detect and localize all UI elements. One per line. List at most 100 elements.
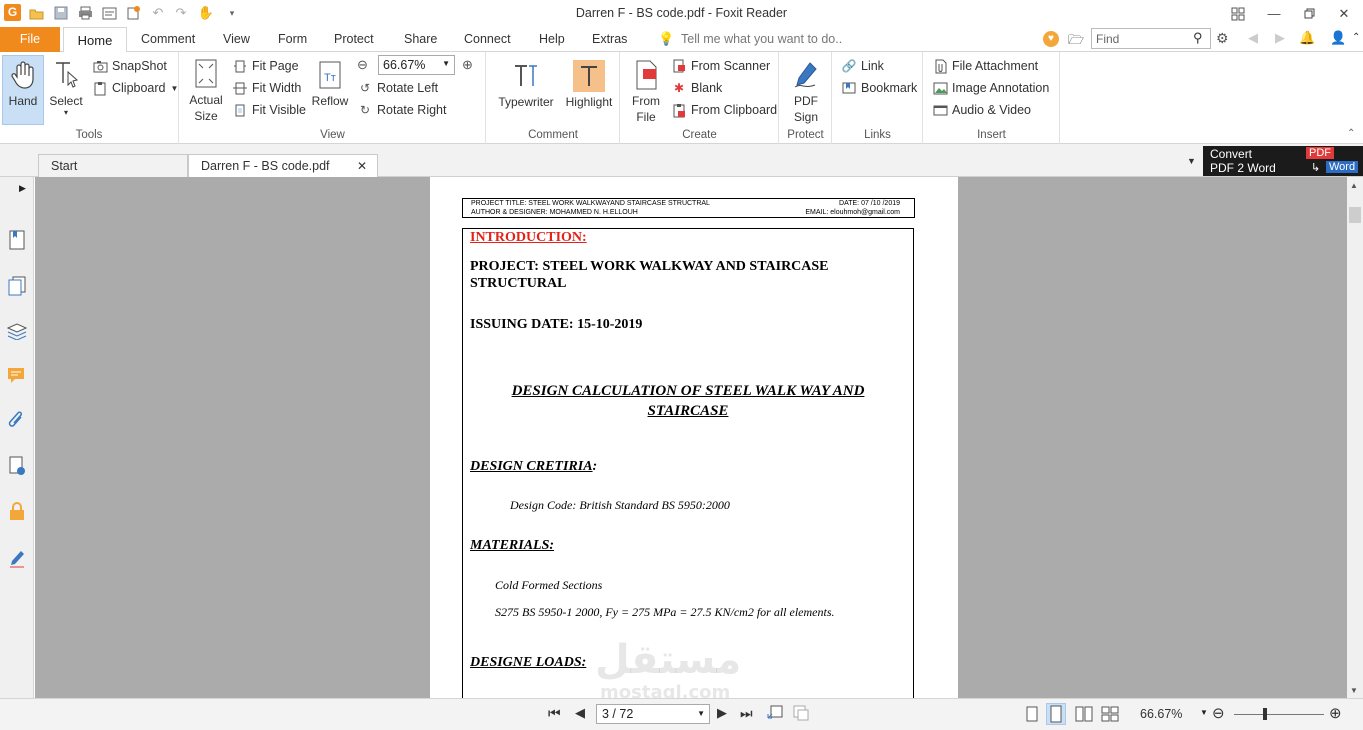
page-number-input[interactable]: 3 / 72 ▼ [596,704,710,724]
create-group: From File From Scanner ✱ Blank From Clipb… [621,52,779,144]
user-icon[interactable]: 👤 [1330,30,1346,46]
pages-panel-icon[interactable] [6,275,28,297]
tab-extras[interactable]: Extras [592,32,627,46]
expand-panel-icon[interactable]: ▶ [19,183,26,194]
link-button[interactable]: 🔗 Link [841,56,884,76]
bookmarks-panel-icon[interactable] [6,229,28,251]
image-annotation-button[interactable]: Image Annotation [932,78,1049,98]
file-attachment-button[interactable]: File Attachment [932,56,1038,76]
gear-icon[interactable]: ⚙ [1216,30,1229,47]
next-result-icon[interactable]: ▶ [1275,30,1285,46]
select-button[interactable]: Select ▾ [46,56,86,117]
image-icon [932,80,948,96]
blank-button[interactable]: ✱ Blank [671,78,722,98]
typewriter-button[interactable]: Typewriter [495,56,557,110]
reflow-button[interactable]: Tт Reflow [310,56,350,109]
zoom-in-icon[interactable]: ⊕ [462,57,473,73]
zoom-slider-thumb[interactable] [1262,708,1267,720]
scroll-down-icon[interactable]: ▼ [1350,686,1358,695]
zoom-select[interactable]: 66.67% ▼ [378,55,455,75]
from-file-button[interactable]: From File [627,56,665,125]
bell-icon[interactable]: 🔔 [1299,30,1315,46]
tell-me-box[interactable]: Tell me what you want to do.. [681,32,842,46]
insert-group: File Attachment Image Annotation Audio &… [924,52,1060,144]
audio-video-button[interactable]: Audio & Video [932,100,1031,120]
status-zoom-out-icon[interactable]: ⊖ [1212,704,1225,722]
tab-protect[interactable]: Protect [334,32,374,46]
status-zoom-in-icon[interactable]: ⊕ [1329,704,1342,722]
reflow-icon: Tт [314,59,346,91]
zoom-out-icon[interactable]: ⊖ [357,57,368,73]
header-date: DATE: 07 /10 /2019 [839,200,900,207]
bookmark-button[interactable]: Bookmark [841,78,917,98]
status-bar: ⏮ ◀ 3 / 72 ▼ ▶ ⏭ 66.67% ▼ ⊖ ⊕ [0,698,1363,730]
tab-form[interactable]: Form [278,32,307,46]
tab-connect[interactable]: Connect [464,32,511,46]
ribbon-collapse-icon[interactable]: ⌃ [1352,32,1360,43]
from-clipboard-button[interactable]: From Clipboard [671,100,777,120]
previous-view-icon[interactable] [767,705,783,724]
tab-help[interactable]: Help [539,32,565,46]
pdf-badge: PDF [1306,147,1334,159]
tab-start[interactable]: Start [38,154,188,177]
heart-icon[interactable]: ♥ [1043,31,1059,47]
tab-view[interactable]: View [223,32,250,46]
tab-home[interactable]: Home [63,27,127,53]
tab-list-dropdown-icon[interactable]: ▼ [1187,156,1196,166]
restore-button[interactable] [1291,0,1327,27]
zoom-slider-track[interactable] [1234,714,1324,715]
continuous-facing-icon[interactable] [1101,706,1119,725]
actual-size-button[interactable]: Actual Size [187,56,225,124]
close-tab-icon[interactable]: ✕ [357,159,367,173]
ribbon-display-icon[interactable] [1220,0,1256,27]
search-folder-icon[interactable]: 🗁 [1068,31,1084,53]
file-tab[interactable]: File [0,27,60,52]
close-button[interactable]: ✕ [1326,0,1362,27]
clipboard-button[interactable]: Clipboard ▼ [92,78,178,98]
previous-result-icon[interactable]: ◀ [1248,30,1258,46]
vertical-scrollbar[interactable]: ▲ ▼ [1347,177,1363,698]
links-group: 🔗 Link Bookmark Links [833,52,923,144]
scroll-up-icon[interactable]: ▲ [1350,181,1358,190]
signatures-panel-icon[interactable] [6,455,28,477]
tab-comment[interactable]: Comment [141,32,195,46]
snapshot-button[interactable]: SnapShot [92,56,167,76]
tab-share[interactable]: Share [404,32,437,46]
highlight-button[interactable]: Highlight [561,56,617,110]
layers-panel-icon[interactable] [6,320,28,342]
fit-visible-button[interactable]: Fit Visible [232,100,306,120]
minimize-button[interactable]: — [1256,0,1292,27]
attachments-panel-icon[interactable] [6,410,28,432]
search-icon[interactable]: ⚲ [1193,30,1203,46]
security-panel-icon[interactable] [6,500,28,522]
hand-icon [7,59,39,91]
document-viewer[interactable]: PROJECT TITLE: STEEL WORK WALKWAYAND STA… [35,177,1347,698]
bookmark-icon [841,80,857,96]
first-page-icon[interactable]: ⏮ [548,705,561,722]
continuous-page-icon[interactable] [1046,703,1066,725]
last-page-icon[interactable]: ⏭ [740,705,753,722]
tab-current-document[interactable]: Darren F - BS code.pdf ✕ [188,154,378,178]
fit-page-button[interactable]: Fit Page [232,56,299,76]
view-group-label: View [320,129,345,141]
fit-width-button[interactable]: Fit Width [232,78,301,98]
single-page-icon[interactable] [1025,706,1039,725]
comments-panel-icon[interactable] [6,365,28,387]
next-page-icon[interactable]: ▶ [717,705,727,721]
from-scanner-button[interactable]: From Scanner [671,56,770,76]
next-view-icon[interactable] [793,705,809,724]
hand-button[interactable]: Hand [2,55,44,125]
scroll-thumb[interactable] [1349,207,1361,223]
pdf-sign-button[interactable]: PDF Sign [787,56,825,125]
svg-text:Tт: Tт [324,72,336,84]
zoom-level-dropdown-icon[interactable]: ▼ [1200,708,1208,717]
rotate-right-button[interactable]: ↻ Rotate Right [357,100,447,120]
previous-page-icon[interactable]: ◀ [575,705,585,721]
rotate-left-button[interactable]: ↺ Rotate Left [357,78,438,98]
ribbon-pin-icon[interactable]: ⌃ [1347,128,1355,139]
project-line1: PROJECT: STEEL WORK WALKWAY AND STAIRCAS… [470,259,829,274]
facing-pages-icon[interactable] [1075,706,1093,725]
pen-tools-panel-icon[interactable] [6,547,28,569]
select-dropdown-icon: ▾ [63,108,68,117]
convert-pdf-to-word-banner[interactable]: Convert PDF 2 Word PDF ↳ Word [1203,146,1363,176]
